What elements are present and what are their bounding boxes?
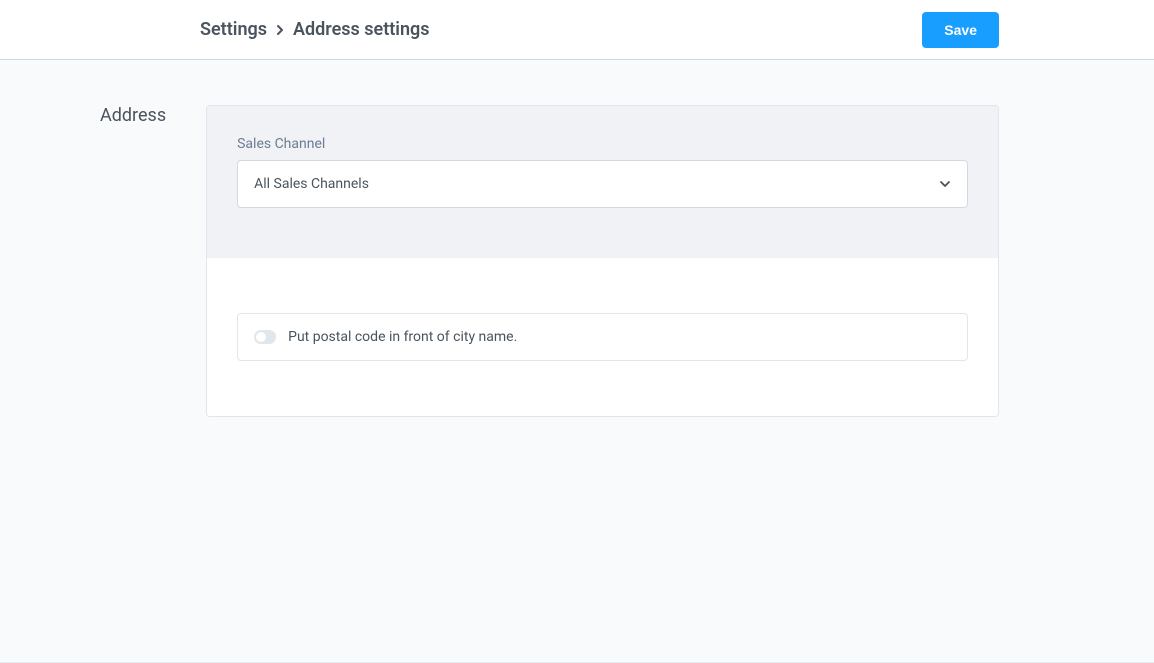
postal-code-toggle-row: Put postal code in front of city name.	[237, 313, 968, 361]
save-button[interactable]: Save	[922, 12, 999, 48]
card-bottom-section: Put postal code in front of city name.	[207, 258, 998, 416]
sales-channel-select[interactable]: All Sales Channels	[237, 160, 968, 208]
postal-code-toggle-label: Put postal code in front of city name.	[288, 329, 517, 345]
card-top-section: Sales Channel All Sales Channels	[207, 106, 998, 258]
toggle-knob	[256, 332, 266, 342]
content-area: Address Sales Channel All Sales Channels…	[0, 60, 1154, 417]
settings-card: Sales Channel All Sales Channels Put pos…	[206, 105, 999, 417]
section-title: Address	[100, 105, 166, 417]
breadcrumb: Settings Address settings	[200, 19, 430, 40]
chevron-down-icon	[939, 176, 951, 192]
breadcrumb-root[interactable]: Settings	[200, 19, 267, 40]
sales-channel-label: Sales Channel	[237, 136, 968, 152]
postal-code-toggle[interactable]	[254, 330, 276, 344]
chevron-right-icon	[275, 24, 285, 36]
header-bar: Settings Address settings Save	[0, 0, 1154, 60]
breadcrumb-current: Address settings	[293, 19, 430, 40]
sales-channel-value: All Sales Channels	[254, 176, 369, 192]
